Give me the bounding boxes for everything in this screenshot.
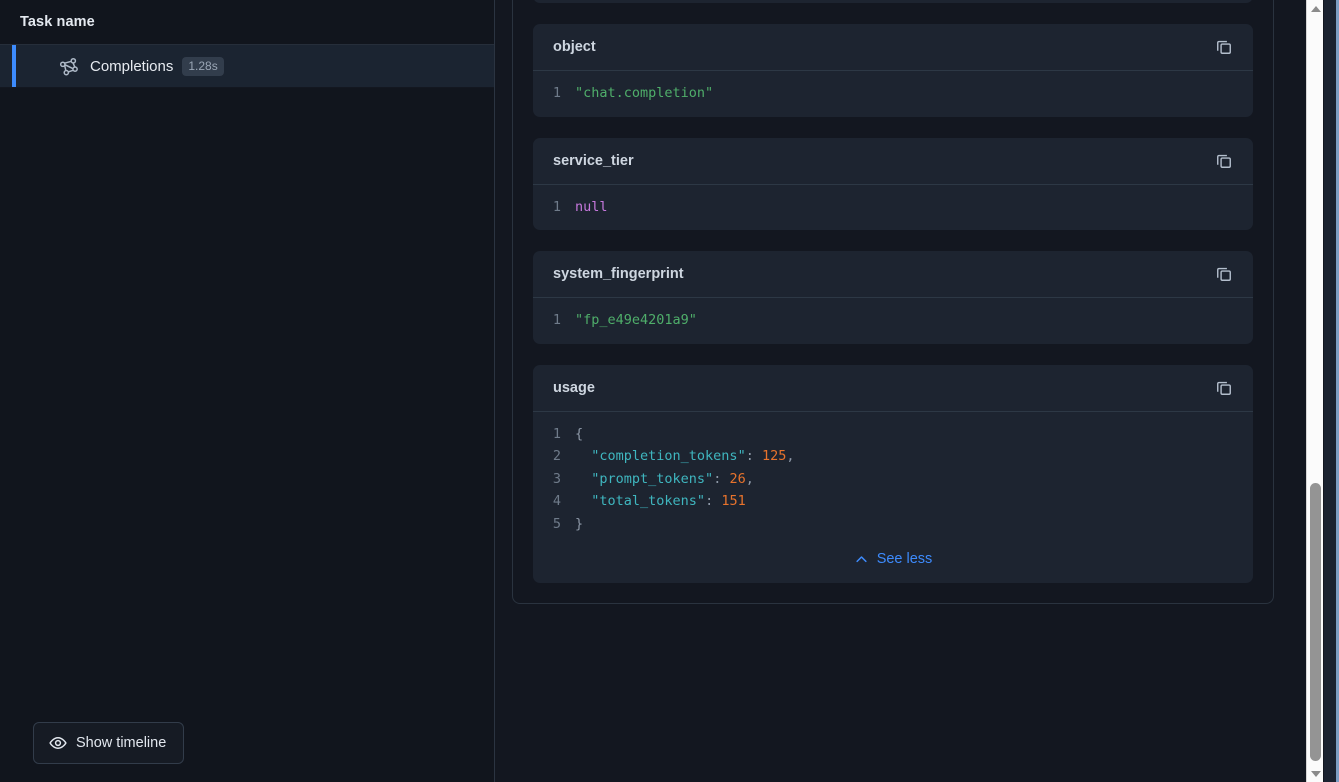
copy-icon[interactable]	[1212, 376, 1236, 400]
task-sidebar: Task name Completions 1.28s Show timeline	[0, 0, 495, 782]
line-number: 4	[552, 493, 561, 509]
attribute-card-header: service_tier	[533, 138, 1253, 185]
code-token: :	[705, 493, 722, 509]
code-text: {	[575, 423, 583, 446]
selected-indicator	[12, 45, 16, 87]
chevron-up-icon	[854, 552, 869, 567]
line-number: 1	[552, 312, 561, 328]
attribute-card: service_tier 1 null	[533, 137, 1253, 231]
code-text: "total_tokens": 151	[575, 490, 746, 513]
sidebar-header: Task name	[0, 0, 494, 45]
line-number: 2	[552, 448, 561, 464]
code-token: null	[575, 198, 608, 215]
network-node-icon	[58, 56, 79, 77]
task-row[interactable]: Completions 1.28s	[0, 45, 494, 88]
attribute-card-header: object	[533, 24, 1253, 71]
code-token: 151	[721, 493, 746, 509]
see-less-row: See less	[533, 547, 1253, 583]
attribute-card-header: usage	[533, 365, 1253, 412]
code-token: {	[575, 425, 584, 442]
code-token: ,	[786, 448, 795, 464]
line-number: 1	[552, 198, 561, 215]
code-line: 1 "chat.completion"	[533, 82, 1253, 105]
line-number: 1	[552, 425, 561, 442]
code-text: "completion_tokens": 125,	[575, 445, 795, 468]
attribute-card-header: system_fingerprint	[533, 251, 1253, 298]
show-timeline-label: Show timeline	[76, 735, 167, 751]
app-root: Task name Completions 1.28s Show timeline…	[0, 0, 1339, 782]
code-text: null	[575, 196, 608, 219]
task-list: Completions 1.28s	[0, 45, 494, 88]
copy-icon[interactable]	[1212, 35, 1236, 59]
code-token: "chat.completion"	[575, 85, 714, 101]
code-block: 1 "chat.completion"	[533, 71, 1253, 117]
scrollbar-thumb[interactable]	[1310, 483, 1321, 761]
task-label: Completions	[90, 57, 174, 75]
code-block: 1 "fp_e49e4201a9"	[533, 298, 1253, 344]
see-less-label: See less	[876, 551, 933, 567]
code-token: 125	[761, 448, 787, 464]
line-number: 1	[552, 85, 561, 101]
attribute-card-title: object	[553, 39, 596, 55]
code-block: 1 null	[533, 185, 1253, 231]
show-timeline-button[interactable]: Show timeline	[33, 722, 185, 764]
code-line: 5}	[533, 513, 1253, 536]
code-block: 1{2 "completion_tokens": 125, 3 "prompt_t…	[533, 412, 1253, 548]
code-token: "prompt_tokens"	[591, 470, 714, 487]
vertical-scrollbar[interactable]	[1306, 0, 1323, 782]
task-duration-badge: 1.28s	[182, 56, 224, 76]
attribute-card-title: system_fingerprint	[553, 266, 684, 282]
code-text: "chat.completion"	[575, 82, 713, 105]
code-token: ,	[745, 470, 754, 487]
scroll-up-arrow-icon[interactable]	[1307, 0, 1324, 17]
detail-main: 11727107985model1"gpt-35-turbo"object1"c…	[495, 0, 1339, 782]
see-less-button[interactable]: See less	[854, 551, 933, 567]
code-token: "fp_e49e4201a9"	[575, 312, 697, 328]
code-text: }	[575, 513, 583, 536]
copy-icon[interactable]	[1212, 149, 1236, 173]
code-line: 1 null	[533, 196, 1253, 219]
attribute-card-title: service_tier	[553, 152, 634, 169]
eye-icon	[49, 734, 67, 752]
code-token: "completion_tokens"	[591, 448, 746, 464]
attribute-card: usage 1{2 "completion_tokens": 125, 3 "pro…	[533, 364, 1253, 583]
code-token: :	[745, 448, 762, 464]
code-token: 26	[729, 470, 746, 487]
line-number: 5	[552, 515, 561, 532]
attribute-card: system_fingerprint 1 "fp_e49e4201a9"	[533, 251, 1253, 344]
code-text: "fp_e49e4201a9"	[575, 309, 697, 332]
line-number: 3	[552, 470, 561, 487]
code-line: 3 "prompt_tokens": 26,	[533, 468, 1253, 491]
code-block: 1"gpt-35-turbo"	[533, 0, 1253, 3]
code-token: :	[713, 470, 730, 487]
task-name-column-header: Task name	[20, 14, 95, 30]
attribute-card-panel: 11727107985model1"gpt-35-turbo"object1"c…	[512, 0, 1274, 604]
scroll-down-arrow-icon[interactable]	[1307, 765, 1324, 782]
code-token: }	[575, 515, 584, 532]
attribute-card: model1"gpt-35-turbo"	[533, 0, 1253, 3]
code-line: 2 "completion_tokens": 125,	[533, 445, 1253, 468]
code-text: "prompt_tokens": 26,	[575, 468, 754, 491]
attribute-card-title: usage	[553, 379, 595, 396]
sidebar-footer: Show timeline	[0, 722, 494, 782]
code-line: 1{	[533, 423, 1253, 446]
attribute-card: object 1 "chat.completion"	[533, 24, 1253, 117]
copy-icon[interactable]	[1212, 262, 1236, 286]
code-token: "total_tokens"	[591, 493, 706, 509]
code-line: 4 "total_tokens": 151	[533, 490, 1253, 513]
code-line: 1 "fp_e49e4201a9"	[533, 309, 1253, 332]
